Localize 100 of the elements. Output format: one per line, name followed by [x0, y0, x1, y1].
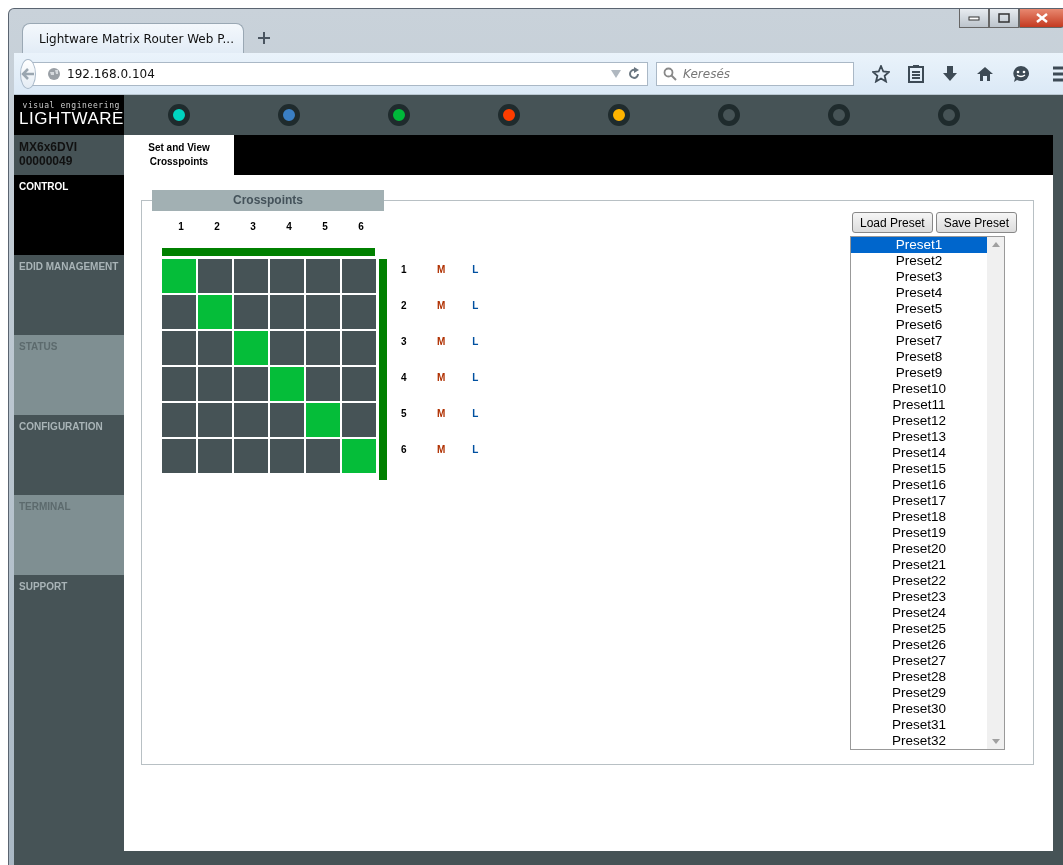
preset-item[interactable]: Preset1 — [851, 237, 987, 253]
crosspoint-cell[interactable] — [342, 331, 376, 365]
preset-item[interactable]: Preset24 — [851, 605, 987, 621]
preset-item[interactable]: Preset15 — [851, 461, 987, 477]
crosspoint-cell[interactable] — [162, 259, 196, 293]
crosspoint-cell[interactable] — [342, 439, 376, 473]
crosspoint-cell[interactable] — [234, 439, 268, 473]
crosspoint-cell[interactable] — [306, 403, 340, 437]
crosspoint-cell[interactable] — [270, 331, 304, 365]
crosspoint-cell[interactable] — [234, 367, 268, 401]
preset-item[interactable]: Preset19 — [851, 525, 987, 541]
scroll-up-icon[interactable] — [991, 242, 1000, 247]
list-icon[interactable] — [908, 64, 924, 83]
crosspoint-cell[interactable] — [162, 403, 196, 437]
sidebar-item[interactable]: CONTROL — [14, 175, 124, 255]
crosspoint-cell[interactable] — [270, 403, 304, 437]
preset-item[interactable]: Preset8 — [851, 349, 987, 365]
lock-toggle[interactable]: L — [472, 408, 479, 444]
preset-item[interactable]: Preset20 — [851, 541, 987, 557]
maximize-button[interactable] — [989, 9, 1019, 28]
back-button[interactable] — [20, 58, 36, 89]
preset-item[interactable]: Preset26 — [851, 637, 987, 653]
mute-toggle[interactable]: M — [437, 408, 446, 444]
mute-toggle[interactable]: M — [437, 264, 446, 300]
crosspoint-cell[interactable] — [270, 367, 304, 401]
preset-item[interactable]: Preset32 — [851, 733, 987, 749]
preset-item[interactable]: Preset31 — [851, 717, 987, 733]
crosspoint-cell[interactable] — [198, 439, 232, 473]
preset-item[interactable]: Preset21 — [851, 557, 987, 573]
preset-item[interactable]: Preset23 — [851, 589, 987, 605]
crosspoint-cell[interactable] — [162, 331, 196, 365]
preset-item[interactable]: Preset4 — [851, 285, 987, 301]
preset-item[interactable]: Preset30 — [851, 701, 987, 717]
lock-toggle[interactable]: L — [472, 336, 479, 372]
download-icon[interactable] — [942, 64, 958, 83]
preset-item[interactable]: Preset7 — [851, 333, 987, 349]
crosspoint-cell[interactable] — [198, 295, 232, 329]
lock-toggle[interactable]: L — [472, 300, 479, 336]
preset-item[interactable]: Preset25 — [851, 621, 987, 637]
home-icon[interactable] — [976, 65, 994, 82]
crosspoint-cell[interactable] — [270, 439, 304, 473]
star-icon[interactable] — [872, 64, 890, 83]
smiley-icon[interactable] — [1012, 64, 1030, 83]
crosspoint-cell[interactable] — [342, 367, 376, 401]
preset-item[interactable]: Preset6 — [851, 317, 987, 333]
page-tab[interactable]: Set and View Crosspoints — [124, 135, 234, 175]
crosspoint-cell[interactable] — [306, 259, 340, 293]
crosspoint-cell[interactable] — [306, 295, 340, 329]
preset-item[interactable]: Preset9 — [851, 365, 987, 381]
mute-toggle[interactable]: M — [437, 444, 446, 480]
preset-item[interactable]: Preset11 — [851, 397, 987, 413]
crosspoint-cell[interactable] — [270, 259, 304, 293]
crosspoint-cell[interactable] — [306, 331, 340, 365]
preset-item[interactable]: Preset10 — [851, 381, 987, 397]
preset-item[interactable]: Preset28 — [851, 669, 987, 685]
lock-toggle[interactable]: L — [472, 372, 479, 408]
preset-item[interactable]: Preset13 — [851, 429, 987, 445]
crosspoint-cell[interactable] — [234, 259, 268, 293]
crosspoint-cell[interactable] — [306, 367, 340, 401]
lock-toggle[interactable]: L — [472, 264, 479, 300]
browser-tab[interactable]: Lightware Matrix Router Web P... — [22, 23, 244, 53]
crosspoint-cell[interactable] — [270, 295, 304, 329]
plus-icon[interactable] — [258, 32, 270, 44]
crosspoint-cell[interactable] — [162, 439, 196, 473]
lock-toggle[interactable]: L — [472, 444, 479, 480]
preset-item[interactable]: Preset2 — [851, 253, 987, 269]
preset-item[interactable]: Preset22 — [851, 573, 987, 589]
crosspoint-cell[interactable] — [198, 367, 232, 401]
preset-button[interactable]: Load Preset — [851, 212, 933, 233]
crosspoint-cell[interactable] — [234, 295, 268, 329]
mute-toggle[interactable]: M — [437, 300, 446, 336]
crosspoint-cell[interactable] — [342, 403, 376, 437]
crosspoint-cell[interactable] — [198, 331, 232, 365]
preset-item[interactable]: Preset14 — [851, 445, 987, 461]
crosspoint-cell[interactable] — [198, 259, 232, 293]
preset-item[interactable]: Preset16 — [851, 477, 987, 493]
mute-toggle[interactable]: M — [437, 336, 446, 372]
crosspoint-cell[interactable] — [306, 439, 340, 473]
crosspoint-cell[interactable] — [342, 259, 376, 293]
reload-icon[interactable] — [627, 66, 641, 81]
crosspoint-cell[interactable] — [162, 367, 196, 401]
crosspoint-cell[interactable] — [234, 403, 268, 437]
crosspoint-cell[interactable] — [342, 295, 376, 329]
preset-item[interactable]: Preset17 — [851, 493, 987, 509]
minimize-button[interactable] — [959, 9, 989, 28]
scrollbar[interactable] — [987, 237, 1004, 749]
close-button[interactable] — [1019, 9, 1063, 28]
preset-item[interactable]: Preset5 — [851, 301, 987, 317]
crosspoint-cell[interactable] — [162, 295, 196, 329]
crosspoint-cell[interactable] — [198, 403, 232, 437]
preset-item[interactable]: Preset27 — [851, 653, 987, 669]
mute-toggle[interactable]: M — [437, 372, 446, 408]
preset-item[interactable]: Preset18 — [851, 509, 987, 525]
dropdown-icon[interactable] — [611, 69, 621, 78]
preset-item[interactable]: Preset3 — [851, 269, 987, 285]
crosspoint-cell[interactable] — [234, 331, 268, 365]
preset-button[interactable]: Save Preset — [935, 212, 1018, 233]
preset-item[interactable]: Preset12 — [851, 413, 987, 429]
preset-item[interactable]: Preset29 — [851, 685, 987, 701]
search-field[interactable]: Keresés — [656, 61, 854, 86]
